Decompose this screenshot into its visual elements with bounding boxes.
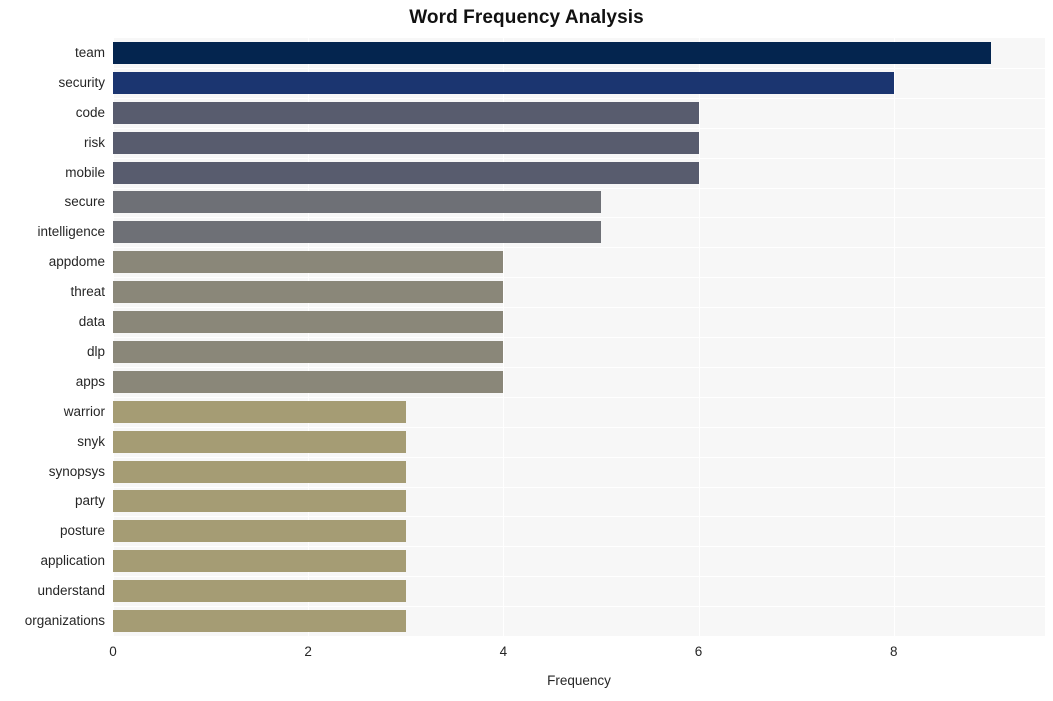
gridline-horizontal (113, 456, 1045, 458)
y-tick-label: party (74, 493, 105, 509)
bar[interactable] (113, 41, 992, 64)
gridline-horizontal (113, 486, 1045, 488)
x-tick-label: 6 (694, 644, 703, 659)
gridline-horizontal (113, 516, 1045, 518)
gridline-horizontal (113, 127, 1045, 129)
gridline-horizontal (113, 396, 1045, 398)
gridline-horizontal (113, 277, 1045, 279)
y-tick-label: organizations (24, 613, 105, 629)
y-tick-label: appdome (48, 254, 105, 270)
y-tick-label: understand (37, 583, 105, 599)
y-tick-label: apps (75, 373, 105, 389)
bar[interactable] (113, 430, 406, 453)
y-tick-label: data (78, 314, 105, 330)
bar[interactable] (113, 580, 406, 603)
gridline-horizontal (113, 307, 1045, 309)
gridline-horizontal (113, 606, 1045, 608)
bar[interactable] (113, 131, 699, 154)
y-tick-label: intelligence (37, 224, 105, 240)
bar[interactable] (113, 400, 406, 423)
y-tick-label: mobile (65, 164, 105, 180)
y-tick-label: posture (59, 523, 105, 539)
x-tick-label: 0 (109, 644, 117, 659)
y-tick-label: dlp (86, 343, 105, 359)
bar[interactable] (113, 311, 504, 334)
gridline-horizontal (113, 157, 1045, 159)
y-tick-label: synopsys (48, 463, 105, 479)
bar[interactable] (113, 370, 504, 393)
bar[interactable] (113, 520, 406, 543)
bar[interactable] (113, 610, 406, 633)
bar[interactable] (113, 101, 699, 124)
gridline-horizontal (113, 67, 1045, 69)
y-tick-label: secure (64, 194, 105, 210)
bar[interactable] (113, 490, 406, 513)
gridline-horizontal (113, 366, 1045, 368)
gridline-horizontal (113, 97, 1045, 99)
bar[interactable] (113, 340, 504, 363)
bar[interactable] (113, 71, 894, 94)
x-axis-label: Frequency (547, 673, 611, 688)
gridline-horizontal (113, 426, 1045, 428)
bar[interactable] (113, 251, 504, 274)
bar[interactable] (113, 550, 406, 573)
plot-area (113, 38, 1045, 636)
x-axis: 0 2 4 6 8 (109, 636, 1045, 666)
y-tick-label: team (74, 44, 105, 60)
chart-figure: Word Frequency Analysis team security code… (0, 0, 1053, 701)
y-tick-label: security (58, 74, 105, 90)
bar[interactable] (113, 161, 699, 184)
y-tick-label: application (40, 553, 105, 569)
gridline-horizontal (113, 546, 1045, 548)
y-tick-label: code (75, 104, 105, 120)
gridline-horizontal (113, 337, 1045, 338)
y-tick-label: snyk (77, 433, 105, 449)
x-tick-label: 8 (889, 644, 898, 659)
y-tick-label: warrior (63, 403, 105, 419)
chart-title: Word Frequency Analysis (409, 7, 644, 28)
y-tick-label: risk (84, 134, 105, 150)
bar[interactable] (113, 221, 601, 244)
bar[interactable] (113, 281, 504, 304)
gridline-horizontal (113, 217, 1045, 219)
x-tick-label: 2 (304, 644, 312, 659)
gridline-horizontal (113, 247, 1045, 249)
bar[interactable] (113, 460, 406, 483)
gridline-horizontal (113, 576, 1045, 578)
bar[interactable] (113, 191, 601, 214)
gridline-horizontal (113, 187, 1045, 189)
x-tick-label: 4 (499, 644, 508, 659)
y-axis: team security code risk mobile secure intellig… (0, 38, 105, 636)
y-tick-label: threat (70, 284, 105, 300)
